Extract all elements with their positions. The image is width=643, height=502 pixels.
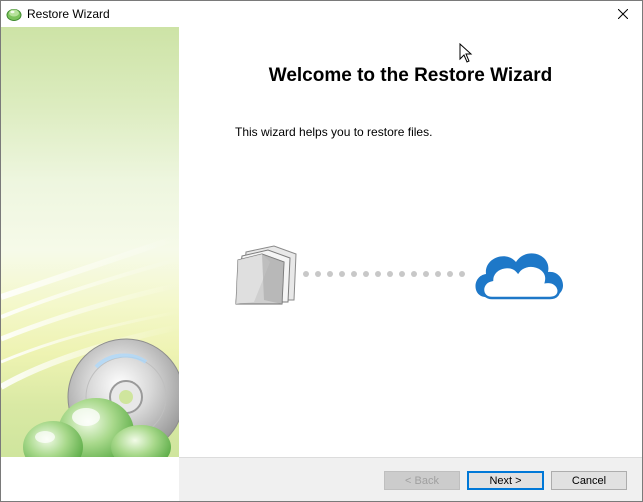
dotted-connector	[303, 271, 465, 277]
wizard-content: Welcome to the Restore Wizard This wizar…	[179, 27, 642, 457]
page-title: Welcome to the Restore Wizard	[268, 65, 553, 86]
cloud-icon	[475, 253, 564, 300]
restore-wizard-app-icon	[6, 6, 22, 22]
title-bar[interactable]: Restore Wizard	[1, 1, 642, 27]
cancel-button[interactable]: Cancel	[551, 471, 627, 490]
window-title: Restore Wizard	[27, 7, 110, 21]
close-button[interactable]	[604, 1, 642, 27]
wizard-description: This wizard helps you to restore files.	[235, 125, 433, 139]
back-button[interactable]: < Back	[384, 471, 460, 490]
close-icon	[618, 9, 628, 19]
next-button[interactable]: Next >	[467, 471, 544, 490]
restore-wizard-window: Restore Wizard Welcome to the Restore Wi…	[0, 0, 643, 502]
mouse-pointer-icon	[459, 43, 473, 63]
button-bar: < Back Next > Cancel	[179, 457, 642, 501]
restore-illustration	[235, 245, 564, 305]
files-stack-icon	[235, 245, 297, 305]
cd-disc-banner	[1, 234, 179, 457]
wizard-sidebar-banner	[1, 27, 179, 457]
